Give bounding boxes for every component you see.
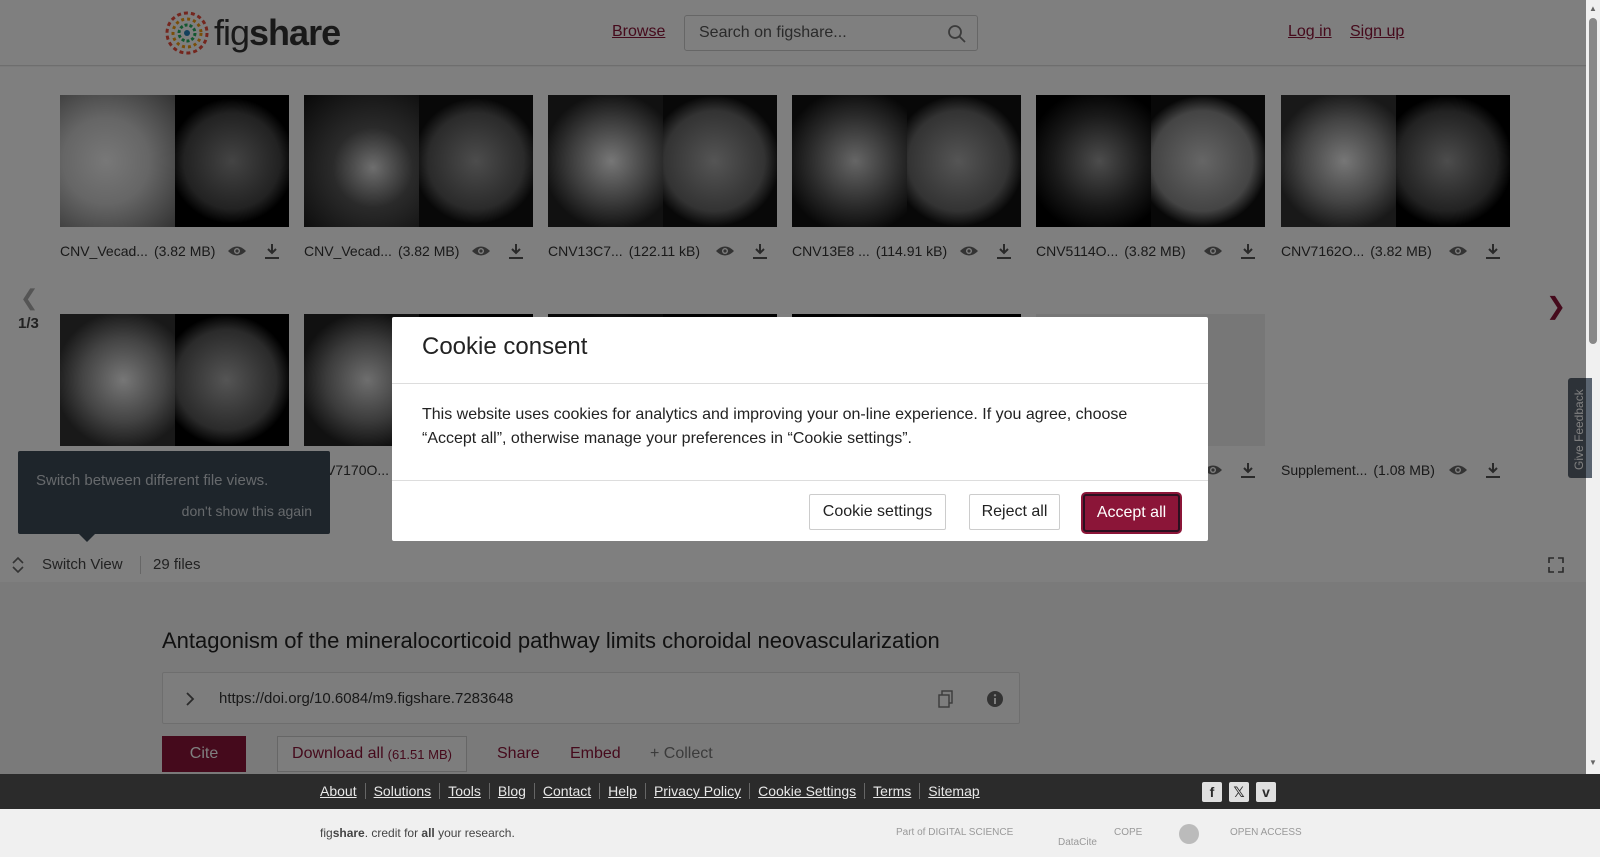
vimeo-icon[interactable]: v [1256,782,1276,802]
reject-all-button[interactable]: Reject all [969,494,1060,530]
divider [392,383,1208,384]
footer-link-contact[interactable]: Contact [533,783,599,799]
open-access-logo[interactable]: OPEN ACCESS [1230,827,1302,838]
scroll-thumb[interactable] [1589,18,1597,344]
cookie-modal-title: Cookie consent [422,333,588,360]
x-twitter-icon[interactable]: 𝕏 [1229,782,1249,802]
footer-link-tools[interactable]: Tools [439,783,489,799]
cookie-modal-body: This website uses cookies for analytics … [422,406,1128,447]
scroll-down-arrow[interactable]: ▼ [1589,758,1597,767]
footer-bottom: figshare. credit for all your research. … [0,809,1600,857]
scroll-up-arrow[interactable]: ▲ [1589,4,1597,13]
footer-link-blog[interactable]: Blog [488,783,534,799]
footer-link-help[interactable]: Help [599,783,645,799]
facebook-icon[interactable]: f [1202,782,1222,802]
footer-link-cookie-settings[interactable]: Cookie Settings [749,783,864,799]
footer-link-sitemap[interactable]: Sitemap [919,783,987,799]
footer-link-solutions[interactable]: Solutions [364,783,440,799]
datacite-logo[interactable]: DataCite [1058,837,1097,848]
footer-link-privacy[interactable]: Privacy Policy [644,783,749,799]
footer-nav: About Solutions Tools Blog Contact Help … [320,783,988,799]
footer-link-terms[interactable]: Terms [864,783,919,799]
cookie-consent-modal: Cookie consent This website uses cookies… [392,317,1208,541]
cookie-settings-button[interactable]: Cookie settings [809,494,946,530]
globe-icon[interactable] [1178,823,1200,845]
footer-tagline: figshare. credit for all your research. [320,826,515,840]
divider [392,480,1208,481]
digital-science-logo[interactable]: Part of DIGITAL SCIENCE [896,827,1013,838]
footer-links-bar: About Solutions Tools Blog Contact Help … [0,774,1600,809]
cope-logo[interactable]: COPE [1114,827,1142,838]
accept-all-button[interactable]: Accept all [1083,494,1180,532]
footer-link-about[interactable]: About [320,783,365,799]
